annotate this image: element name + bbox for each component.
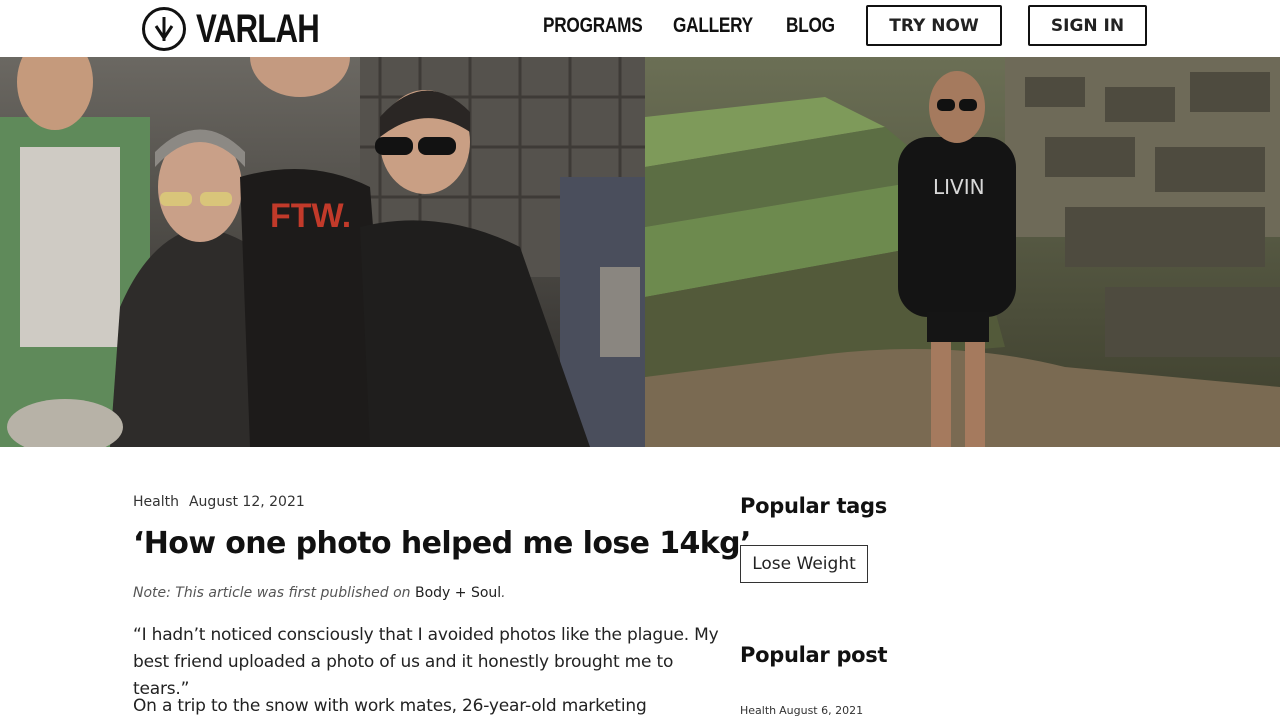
popular-tags-heading: Popular tags — [740, 494, 887, 518]
note-source-link[interactable]: Body + Soul — [415, 585, 501, 601]
article-title: ‘How one photo helped me lose 14kg’ — [133, 526, 751, 561]
varlah-logo-icon — [142, 7, 186, 51]
sign-in-button[interactable]: SIGN IN — [1028, 5, 1147, 46]
note-prefix: Note: This article was first published o… — [133, 585, 415, 601]
hero-photo-friends: FTW. — [0, 57, 645, 447]
popular-post-date: August 6, 2021 — [779, 704, 864, 717]
brand-logo[interactable]: VARLAH — [142, 7, 354, 51]
article-paragraph: “I hadn’t noticed consciously that I avo… — [133, 625, 719, 699]
site-header: VARLAH PROGRAMS GALLERY BLOG TRY NOW SIG… — [0, 0, 1280, 57]
tag-lose-weight[interactable]: Lose Weight — [740, 545, 868, 583]
nav-blog[interactable]: BLOG — [786, 14, 835, 38]
nav-programs[interactable]: PROGRAMS — [543, 14, 643, 38]
article-date: August 12, 2021 — [188, 494, 305, 510]
svg-text:FTW.: FTW. — [270, 197, 351, 235]
svg-text:LIVIN: LIVIN — [933, 175, 985, 199]
try-now-button[interactable]: TRY NOW — [866, 5, 1002, 46]
article-note: Note: This article was first published o… — [133, 585, 506, 601]
note-suffix: . — [501, 585, 506, 601]
nav-gallery[interactable]: GALLERY — [673, 14, 753, 38]
popular-post-heading: Popular post — [740, 643, 888, 667]
hero-banner: FTW. LIVIN — [0, 57, 1280, 447]
article-category[interactable]: Health — [133, 494, 179, 510]
article-paragraph: On a trip to the snow with work mates, 2… — [133, 696, 647, 716]
article-meta: Health August 12, 2021 — [133, 494, 305, 510]
popular-post-meta: Health August 6, 2021 — [740, 704, 863, 717]
popular-post-category[interactable]: Health — [740, 704, 776, 717]
brand-name: VARLAH — [196, 7, 320, 51]
hero-photo-ruins: LIVIN — [645, 57, 1280, 447]
